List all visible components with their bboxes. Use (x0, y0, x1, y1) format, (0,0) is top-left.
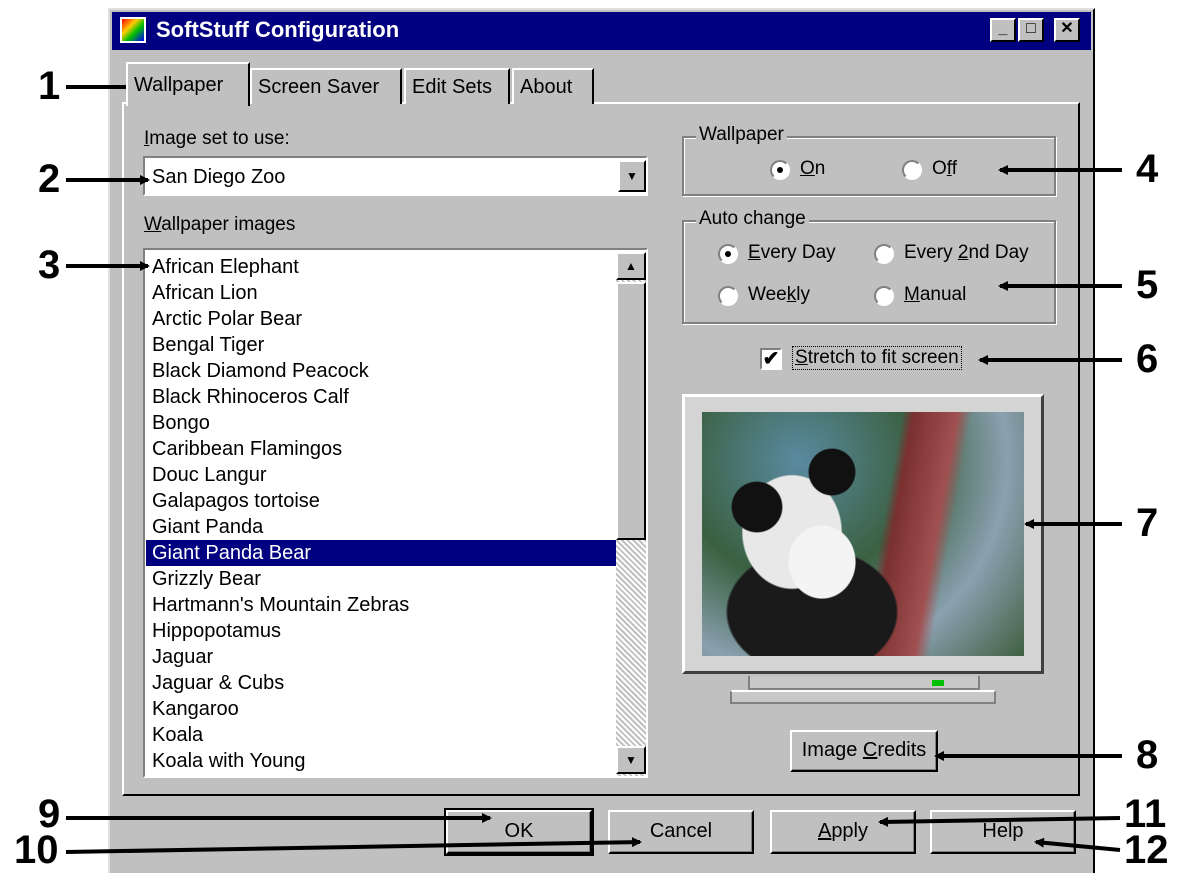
callout-7: 7 (1136, 501, 1159, 545)
callout-2: 2 (38, 157, 61, 201)
callout-3: 3 (38, 243, 61, 287)
callout-6: 6 (1136, 337, 1159, 381)
callout-12: 12 (1124, 828, 1169, 872)
callout-8: 8 (1136, 733, 1159, 777)
callout-4: 4 (1136, 147, 1159, 191)
tab-wallpaper[interactable]: Wallpaper (126, 62, 250, 106)
callout-arrow-11 (878, 816, 1121, 827)
callout-1: 1 (38, 64, 61, 108)
callout-arrow-10 (65, 837, 642, 854)
callout-arrows (65, 82, 1122, 854)
callout-arrow-12 (1034, 837, 1121, 852)
callout-10: 10 (14, 828, 59, 872)
callout-5: 5 (1136, 263, 1159, 307)
